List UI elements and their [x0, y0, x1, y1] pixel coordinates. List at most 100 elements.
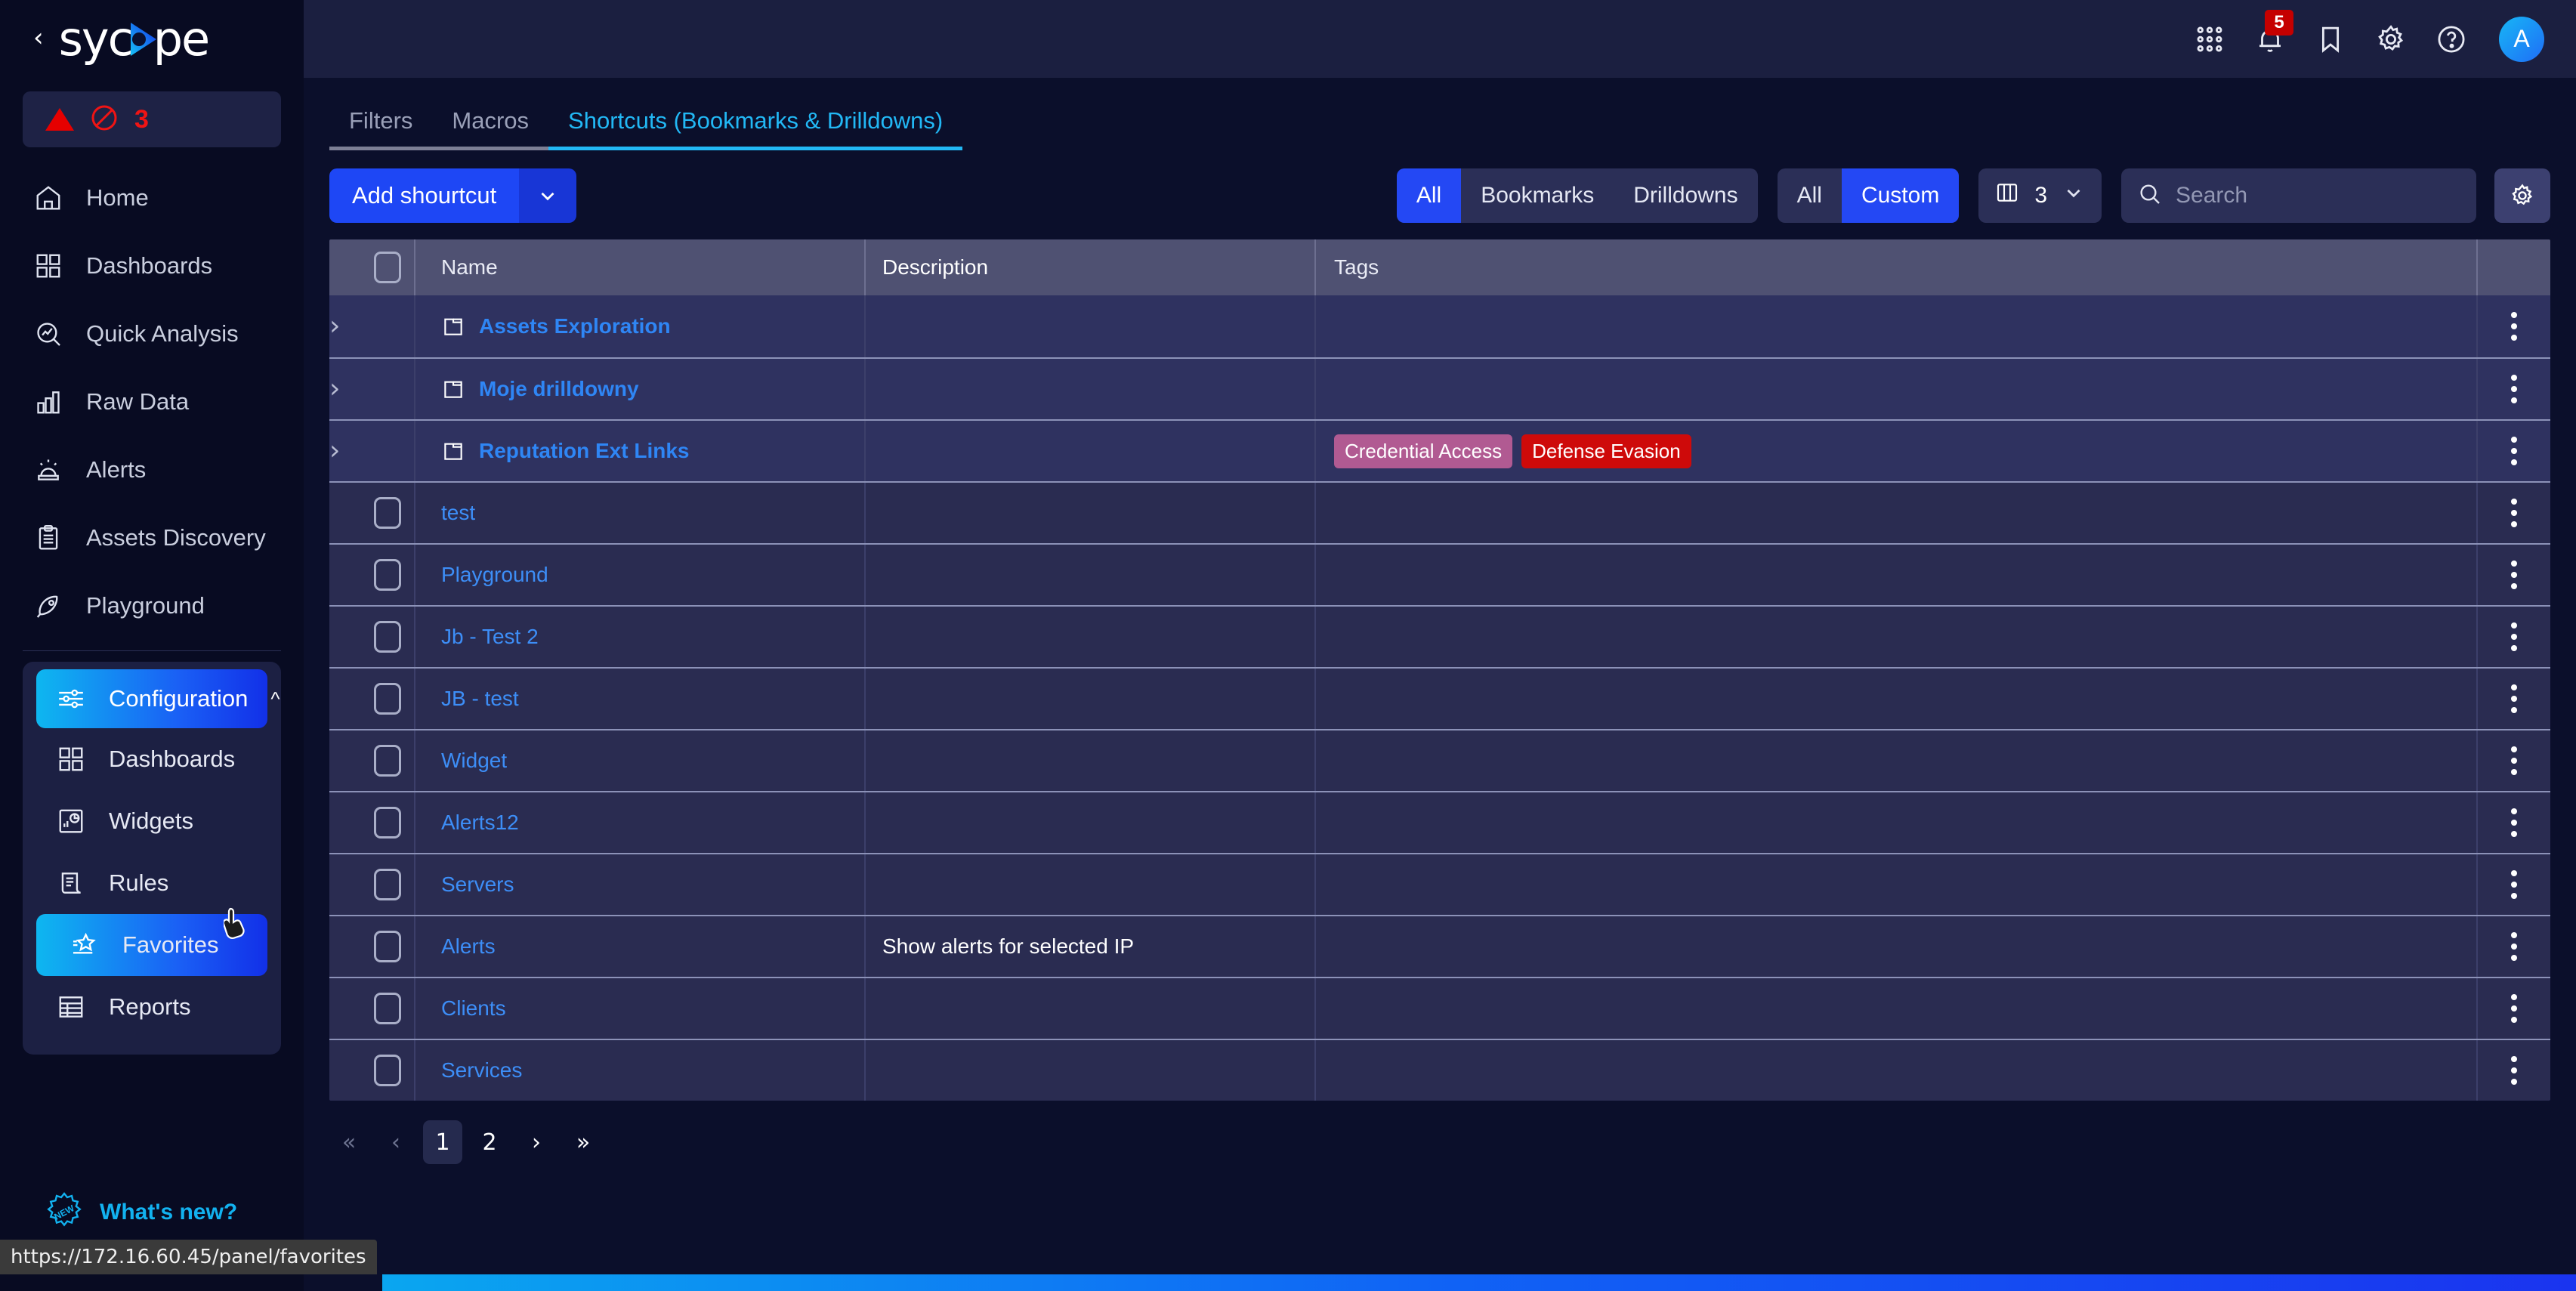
pagination-first[interactable]: « [329, 1120, 369, 1164]
table-settings-button[interactable] [2494, 168, 2550, 223]
row-name-link[interactable]: Alerts [441, 934, 496, 959]
header-tags[interactable]: Tags [1316, 239, 2478, 295]
row-menu-cell[interactable] [2478, 295, 2550, 357]
row-checkbox[interactable] [374, 869, 401, 900]
header-description[interactable]: Description [866, 239, 1316, 295]
table-row[interactable]: Alerts12 [329, 791, 2550, 853]
sidebar-item-configuration[interactable]: Configuration ^ [36, 669, 280, 728]
row-name-link[interactable]: Reputation Ext Links [479, 439, 689, 463]
sidebar-item-quick-analysis[interactable]: Quick Analysis [0, 300, 304, 368]
tab-macros[interactable]: Macros [432, 107, 549, 150]
row-menu-icon[interactable] [2511, 1056, 2517, 1085]
row-menu-cell[interactable] [2478, 1040, 2550, 1101]
scope-filter-custom[interactable]: Custom [1841, 168, 1960, 223]
row-name-link[interactable]: Services [441, 1058, 522, 1083]
row-name-link[interactable]: Servers [441, 873, 514, 897]
row-menu-icon[interactable] [2511, 622, 2517, 651]
row-checkbox-cell[interactable] [361, 854, 415, 915]
row-menu-cell[interactable] [2478, 730, 2550, 791]
sidebar-collapse-icon[interactable]: ‹ [33, 25, 44, 51]
row-checkbox[interactable] [374, 559, 401, 591]
table-row[interactable]: Playground [329, 543, 2550, 605]
row-menu-icon[interactable] [2511, 437, 2517, 465]
table-row[interactable]: test [329, 481, 2550, 543]
sidebar-item-config-favorites[interactable]: Favorites [36, 914, 267, 976]
row-checkbox[interactable] [374, 931, 401, 962]
row-menu-cell[interactable] [2478, 483, 2550, 543]
column-count-select[interactable]: 3 [1978, 168, 2102, 223]
row-name-link[interactable]: Widget [441, 749, 507, 773]
chevron-right-icon[interactable]: › [329, 435, 340, 466]
tag-badge[interactable]: Defense Evasion [1521, 434, 1691, 468]
table-row[interactable]: Jb - Test 2 [329, 605, 2550, 667]
row-name-link[interactable]: Assets Exploration [479, 314, 671, 338]
sidebar-item-raw-data[interactable]: Raw Data [0, 368, 304, 436]
tab-shortcuts[interactable]: Shortcuts (Bookmarks & Drilldowns) [548, 107, 963, 150]
table-row[interactable]: JB - test [329, 667, 2550, 729]
pagination-page-1[interactable]: 1 [423, 1120, 462, 1164]
avatar[interactable]: A [2499, 16, 2544, 62]
search-input[interactable] [2176, 183, 2460, 208]
row-checkbox[interactable] [374, 1055, 401, 1086]
chevron-down-icon[interactable] [2062, 181, 2085, 210]
row-checkbox[interactable] [374, 497, 401, 529]
row-checkbox-cell[interactable] [361, 978, 415, 1039]
pagination-page-2[interactable]: 2 [470, 1120, 509, 1164]
type-filter-drilldowns[interactable]: Drilldowns [1614, 168, 1757, 223]
sidebar-item-alerts[interactable]: Alerts [0, 436, 304, 504]
sidebar-item-config-reports[interactable]: Reports [23, 976, 281, 1038]
pagination-next[interactable]: › [517, 1120, 556, 1164]
bell-icon[interactable]: 5 [2253, 9, 2293, 57]
type-filter-bookmarks[interactable]: Bookmarks [1461, 168, 1614, 223]
chevron-down-icon[interactable] [519, 168, 577, 223]
row-menu-icon[interactable] [2511, 375, 2517, 403]
row-name-link[interactable]: Alerts12 [441, 811, 519, 835]
row-checkbox[interactable] [374, 807, 401, 839]
chevron-right-icon[interactable]: › [329, 310, 340, 341]
chevron-up-icon[interactable]: ^ [270, 687, 280, 711]
row-checkbox-cell[interactable] [361, 916, 415, 977]
row-menu-cell[interactable] [2478, 792, 2550, 853]
row-name-link[interactable]: Playground [441, 563, 548, 587]
row-menu-cell[interactable] [2478, 545, 2550, 605]
row-menu-icon[interactable] [2511, 808, 2517, 837]
table-row[interactable]: › Reputation Ext Links Credential Access De… [329, 419, 2550, 481]
row-expand-cell[interactable]: › [329, 437, 361, 465]
row-checkbox-cell[interactable] [361, 669, 415, 729]
row-checkbox-cell[interactable] [361, 607, 415, 667]
type-filter-all[interactable]: All [1396, 168, 1462, 223]
apps-grid-icon[interactable] [2192, 22, 2227, 57]
row-menu-icon[interactable] [2511, 994, 2517, 1023]
row-name-link[interactable]: test [441, 501, 475, 525]
gear-icon[interactable] [2374, 22, 2408, 57]
whats-new-link[interactable]: NEW What's new? [44, 1192, 237, 1233]
search-box[interactable] [2121, 168, 2476, 223]
sidebar-item-dashboards[interactable]: Dashboards [0, 232, 304, 300]
row-checkbox[interactable] [374, 993, 401, 1024]
select-all-checkbox-cell[interactable] [361, 239, 415, 295]
row-menu-cell[interactable] [2478, 607, 2550, 667]
add-shortcut-button[interactable]: Add shourtcut [329, 168, 577, 223]
table-row[interactable]: Services [329, 1039, 2550, 1101]
row-checkbox[interactable] [374, 745, 401, 777]
add-shortcut-label[interactable]: Add shourtcut [329, 168, 520, 223]
row-checkbox[interactable] [374, 683, 401, 715]
table-row[interactable]: Servers [329, 853, 2550, 915]
row-menu-cell[interactable] [2478, 669, 2550, 729]
tab-filters[interactable]: Filters [329, 107, 433, 150]
tag-badge[interactable]: Credential Access [1334, 434, 1513, 468]
row-checkbox-cell[interactable] [361, 545, 415, 605]
table-row[interactable]: › Moje drilldowny [329, 357, 2550, 419]
row-menu-cell[interactable] [2478, 359, 2550, 419]
table-row[interactable]: Clients [329, 977, 2550, 1039]
row-menu-icon[interactable] [2511, 561, 2517, 589]
table-row[interactable]: Widget [329, 729, 2550, 791]
sidebar-item-config-dashboards[interactable]: Dashboards [23, 728, 281, 790]
row-menu-cell[interactable] [2478, 421, 2550, 481]
sidebar-item-home[interactable]: Home [0, 164, 304, 232]
row-menu-cell[interactable] [2478, 916, 2550, 977]
row-name-link[interactable]: Jb - Test 2 [441, 625, 539, 649]
sidebar-item-playground[interactable]: Playground [0, 572, 304, 640]
scope-filter-all[interactable]: All [1778, 168, 1842, 223]
select-all-checkbox[interactable] [374, 252, 401, 283]
